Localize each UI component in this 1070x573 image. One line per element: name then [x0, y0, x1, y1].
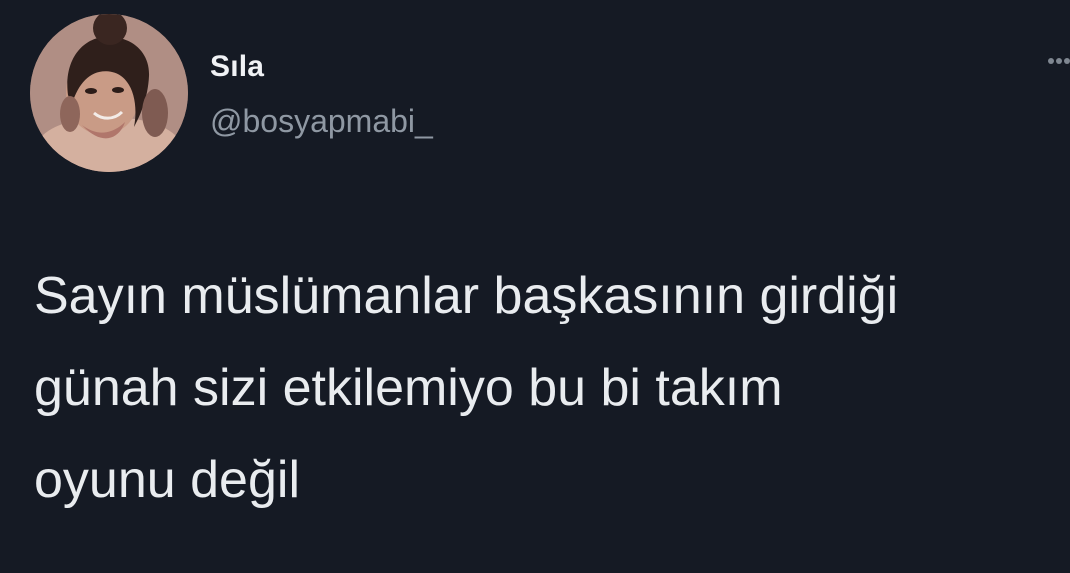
tweet-card: Sıla @bosyapmabi_ Sayın müslümanlar başk… [0, 0, 1070, 573]
more-options-icon[interactable] [1048, 58, 1070, 68]
author-name[interactable]: Sıla [210, 50, 264, 84]
avatar[interactable] [30, 14, 188, 172]
avatar-image [30, 14, 188, 172]
tweet-text: Sayın müslümanlar başkasının girdiği gün… [34, 267, 899, 509]
author-handle[interactable]: @bosyapmabi_ [210, 103, 433, 140]
